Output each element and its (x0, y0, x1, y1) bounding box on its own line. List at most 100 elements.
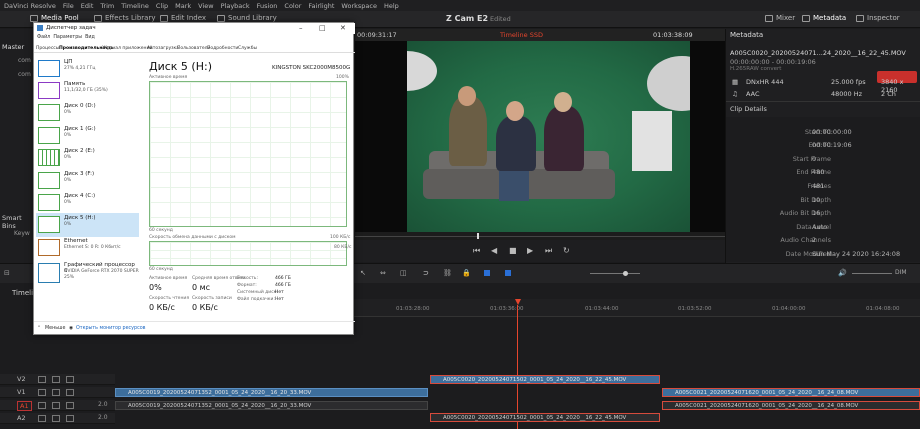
edit-index-button[interactable]: Edit Index (160, 14, 206, 22)
go-to-start-icon[interactable]: ⏮ (473, 246, 480, 256)
tm-item-disk0[interactable]: Диск 0 (D:) 0% (36, 101, 139, 125)
zoom-icon[interactable]: ⊟ (4, 269, 10, 277)
enable-track-icon[interactable] (66, 389, 74, 396)
minimize-icon[interactable]: – (299, 24, 303, 32)
go-to-end-icon[interactable]: ⏭ (545, 246, 552, 256)
menu-trim[interactable]: Trim (100, 2, 114, 10)
mute-icon[interactable] (66, 402, 74, 409)
mixer-button[interactable]: Mixer (765, 14, 795, 22)
menu-timeline[interactable]: Timeline (121, 2, 149, 10)
volume-icon[interactable]: 🔊 (838, 269, 847, 277)
tm-menu-options[interactable]: Параметры (53, 35, 82, 40)
snapping-icon[interactable]: ⊃ (423, 269, 429, 277)
detail-value[interactable]: 00:00:00:00 (812, 128, 852, 136)
zoom-slider-handle[interactable] (623, 271, 628, 276)
tm-item-disk4[interactable]: Диск 4 (C:) 0% (36, 191, 139, 215)
master-bin[interactable]: Master (2, 43, 24, 51)
detail-value[interactable]: Auto (812, 223, 827, 231)
keywords-item[interactable]: Keyw (14, 230, 30, 237)
trim-tool-icon[interactable]: ⇔ (380, 269, 386, 277)
dim-button[interactable]: DIM (895, 269, 907, 276)
detail-value[interactable]: 480 (812, 168, 824, 176)
lock-icon[interactable] (38, 402, 46, 409)
track-header-v2[interactable]: V2 (0, 374, 115, 385)
lock-icon[interactable] (38, 389, 46, 396)
bin-item[interactable]: com (18, 71, 31, 78)
bin-item[interactable]: com (18, 57, 31, 64)
detail-value[interactable]: Sun May 24 2020 16:24:08 (812, 250, 900, 258)
media-pool-button[interactable]: Media Pool (30, 14, 79, 22)
scrub-playhead[interactable] (477, 233, 479, 239)
tm-item-disk1[interactable]: Диск 1 (G:) 0% (36, 124, 139, 148)
lock-icon[interactable] (38, 415, 46, 422)
menu-file[interactable]: File (63, 2, 74, 10)
flag-icon[interactable] (484, 270, 490, 276)
solo-icon[interactable] (52, 402, 60, 409)
play-icon[interactable]: ▶ (527, 246, 533, 255)
solo-icon[interactable] (52, 415, 60, 422)
clip-a1-b[interactable]: A005C0021_20200524071620_0001_05_24_2020… (662, 401, 920, 410)
stop-icon[interactable]: ■ (509, 246, 517, 255)
inspector-button[interactable]: Inspector (856, 14, 900, 22)
loop-icon[interactable]: ↻ (563, 246, 570, 255)
tm-item-cpu[interactable]: ЦП 27% 4,21 ГГц (36, 57, 139, 81)
marker-icon[interactable] (505, 270, 511, 276)
menu-view[interactable]: View (198, 2, 213, 10)
menu-mark[interactable]: Mark (175, 2, 191, 10)
tm-tab-users[interactable]: Пользователи (177, 46, 210, 51)
clip-a1-a[interactable]: A005C0019_20200524071352_0001_05_24_2020… (115, 401, 428, 410)
detail-value[interactable]: 10 (812, 196, 820, 204)
menu-workspace[interactable]: Workspace (341, 2, 377, 10)
tm-titlebar[interactable]: Диспетчер задач – □ ✕ (34, 23, 355, 34)
tm-item-disk5-selected[interactable]: Диск 5 (H:) 0% (36, 213, 139, 237)
menu-playback[interactable]: Playback (221, 2, 250, 10)
tm-item-ethernet[interactable]: Ethernet Ethernet S: 0 R: 0 Кбит/с (36, 236, 139, 260)
menu-clip[interactable]: Clip (156, 2, 168, 10)
menu-edit[interactable]: Edit (81, 2, 94, 10)
menu-color[interactable]: Color (284, 2, 301, 10)
tm-menu-file[interactable]: Файл (37, 35, 50, 40)
menu-help[interactable]: Help (384, 2, 399, 10)
tm-tab-services[interactable]: Службы (238, 46, 257, 51)
effects-library-button[interactable]: Effects Library (94, 14, 156, 22)
dynamic-trim-icon[interactable]: ◫ (400, 269, 407, 277)
viewer-scrub-bar[interactable] (355, 232, 725, 240)
clip-v1-a[interactable]: A005C0019_20200524071352_0001_05_24_2020… (115, 388, 428, 397)
fewer-details-link[interactable]: Меньше (45, 326, 65, 331)
link-icon[interactable]: ⛓ (443, 269, 452, 277)
enable-track-icon[interactable] (66, 376, 74, 383)
detail-value[interactable]: 00:00:19:06 (812, 141, 852, 149)
chevron-up-icon[interactable]: ⌃ (37, 326, 41, 331)
maximize-icon[interactable]: □ (319, 24, 326, 32)
detail-value[interactable]: 0 (812, 155, 816, 163)
selection-tool-icon[interactable]: ↖ (360, 269, 366, 277)
clip-v1-b[interactable]: A005C0021_20200524071620_0001_05_24_2020… (662, 388, 920, 397)
mute-icon[interactable] (66, 415, 74, 422)
play-reverse-icon[interactable]: ◀ (491, 246, 497, 255)
track-header-a1[interactable]: A1 2.0 (0, 400, 115, 411)
tm-menu-view[interactable]: Вид (85, 35, 95, 40)
timeline-name[interactable]: Timeline SSD (500, 31, 543, 39)
tm-tab-app-history[interactable]: Журнал приложений (102, 46, 152, 51)
open-resource-monitor-link[interactable]: Открыть монитор ресурсов (76, 326, 145, 331)
auto-select-icon[interactable] (52, 389, 60, 396)
tm-item-disk2[interactable]: Диск 2 (E:) 0% (36, 146, 139, 170)
volume-slider[interactable] (852, 273, 892, 274)
tm-tab-processes[interactable]: Процессы (36, 46, 59, 51)
menu-fairlight[interactable]: Fairlight (308, 2, 334, 10)
lock-icon[interactable] (38, 376, 46, 383)
tm-tab-startup[interactable]: Автозагрузка (147, 46, 179, 51)
task-manager-window[interactable]: Диспетчер задач – □ ✕ Файл Параметры Вид… (33, 22, 355, 335)
menu-fusion[interactable]: Fusion (257, 2, 278, 10)
track-header-v1[interactable]: V1 (0, 387, 115, 398)
sound-library-button[interactable]: Sound Library (217, 14, 277, 22)
track-header-a2[interactable]: A2 2.0 (0, 413, 115, 424)
close-icon[interactable]: ✕ (340, 24, 346, 32)
metadata-button[interactable]: Metadata (802, 14, 846, 22)
detail-value[interactable]: 16 (812, 209, 820, 217)
tm-item-memory[interactable]: Память 11,1/32,0 ГБ (35%) (36, 79, 139, 103)
tm-tab-details[interactable]: Подробности (207, 46, 238, 51)
auto-select-icon[interactable] (52, 376, 60, 383)
detail-value[interactable]: 2 (812, 236, 816, 244)
menu-app[interactable]: DaVinci Resolve (4, 2, 56, 10)
